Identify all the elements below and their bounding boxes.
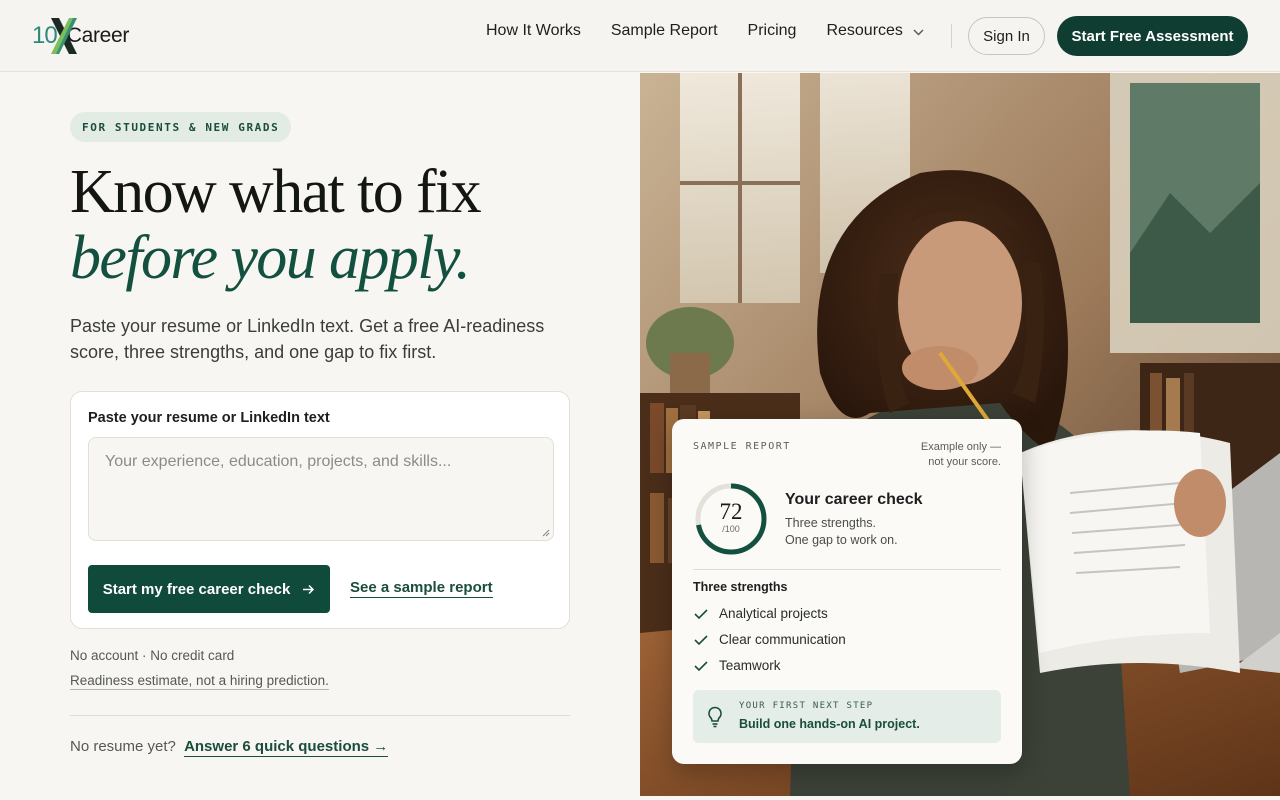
lightbulb-icon bbox=[708, 706, 722, 728]
resume-form-card: Paste your resume or LinkedIn text Your … bbox=[70, 391, 570, 629]
nav-resources[interactable]: Resources bbox=[826, 22, 924, 40]
report-note-line-2: not your score. bbox=[928, 456, 1001, 468]
nav-divider bbox=[951, 24, 952, 48]
sample-report-card: SAMPLE REPORT Example only — not your sc… bbox=[672, 419, 1022, 764]
strength-item: Teamwork bbox=[693, 658, 781, 673]
sign-in-button[interactable]: Sign In bbox=[968, 17, 1045, 55]
no-resume-row: No resume yet? Answer 6 quick questions … bbox=[70, 738, 389, 757]
headline-line-2: before you apply. bbox=[70, 224, 471, 292]
hero-left: FOR STUDENTS & NEW GRADS Know what to fi… bbox=[0, 73, 640, 796]
nav-pricing[interactable]: Pricing bbox=[748, 22, 797, 40]
logo-number: 10 bbox=[32, 22, 58, 49]
sample-report-link[interactable]: See a sample report bbox=[350, 579, 493, 598]
next-step-box: YOUR FIRST NEXT STEP Build one hands-on … bbox=[693, 690, 1001, 743]
nav-sample-report[interactable]: Sample Report bbox=[611, 22, 718, 40]
check-icon bbox=[694, 608, 708, 619]
score-value: 72 bbox=[719, 499, 743, 524]
resume-field-label: Paste your resume or LinkedIn text bbox=[88, 410, 330, 426]
hero-lead: Paste your resume or LinkedIn text. Get … bbox=[70, 316, 545, 362]
report-eyebrow: SAMPLE REPORT bbox=[693, 441, 791, 452]
check-icon bbox=[694, 660, 708, 671]
report-sub-1: Three strengths. bbox=[785, 516, 877, 530]
strength-label: Clear communication bbox=[719, 632, 846, 647]
arrow-right-icon bbox=[303, 584, 315, 594]
readiness-disclaimer[interactable]: Readiness estimate, not a hiring predict… bbox=[70, 673, 329, 690]
resume-textarea[interactable]: Your experience, education, projects, an… bbox=[88, 437, 554, 541]
headline-line-1: Know what to fix bbox=[70, 158, 482, 226]
next-step-text: Build one hands-on AI project. bbox=[739, 717, 920, 731]
main-nav: How It Works Sample Report Pricing Resou… bbox=[486, 22, 954, 40]
report-sub-2: One gap to work on. bbox=[785, 533, 898, 547]
resize-handle-icon[interactable] bbox=[542, 529, 550, 537]
strength-label: Analytical projects bbox=[719, 606, 828, 621]
section-divider bbox=[70, 715, 570, 716]
brand-logo[interactable]: 10 Career bbox=[32, 16, 129, 56]
next-step-eyebrow: YOUR FIRST NEXT STEP bbox=[739, 701, 874, 711]
audience-pill: FOR STUDENTS & NEW GRADS bbox=[70, 112, 292, 142]
report-note-line-1: Example only — bbox=[920, 441, 1001, 453]
check-icon bbox=[694, 634, 708, 645]
start-assessment-button[interactable]: Start Free Assessment bbox=[1057, 16, 1248, 56]
resume-placeholder: Your experience, education, projects, an… bbox=[105, 453, 452, 470]
start-career-check-label: Start my free career check bbox=[102, 580, 291, 598]
no-resume-prefix: No resume yet? bbox=[70, 738, 176, 755]
report-title: Your career check bbox=[785, 491, 923, 508]
strengths-title: Three strengths bbox=[693, 580, 788, 594]
report-divider bbox=[693, 569, 1001, 570]
strength-label: Teamwork bbox=[719, 658, 781, 673]
quick-questions-link[interactable]: Answer 6 quick questions → bbox=[184, 738, 389, 757]
strength-item: Analytical projects bbox=[693, 606, 828, 621]
nav-how-it-works[interactable]: How It Works bbox=[486, 22, 581, 40]
no-account-note: No account · No credit card bbox=[70, 648, 235, 663]
site-header: 10 Career How It Works Sample Report Pri… bbox=[0, 0, 1280, 72]
strength-item: Clear communication bbox=[693, 632, 846, 647]
score-max: /100 bbox=[722, 524, 740, 534]
chevron-down-icon bbox=[913, 29, 924, 35]
nav-resources-label: Resources bbox=[826, 22, 903, 39]
report-example-note: Example only — not your score. bbox=[911, 440, 1001, 470]
start-career-check-button[interactable]: Start my free career check bbox=[88, 565, 330, 613]
